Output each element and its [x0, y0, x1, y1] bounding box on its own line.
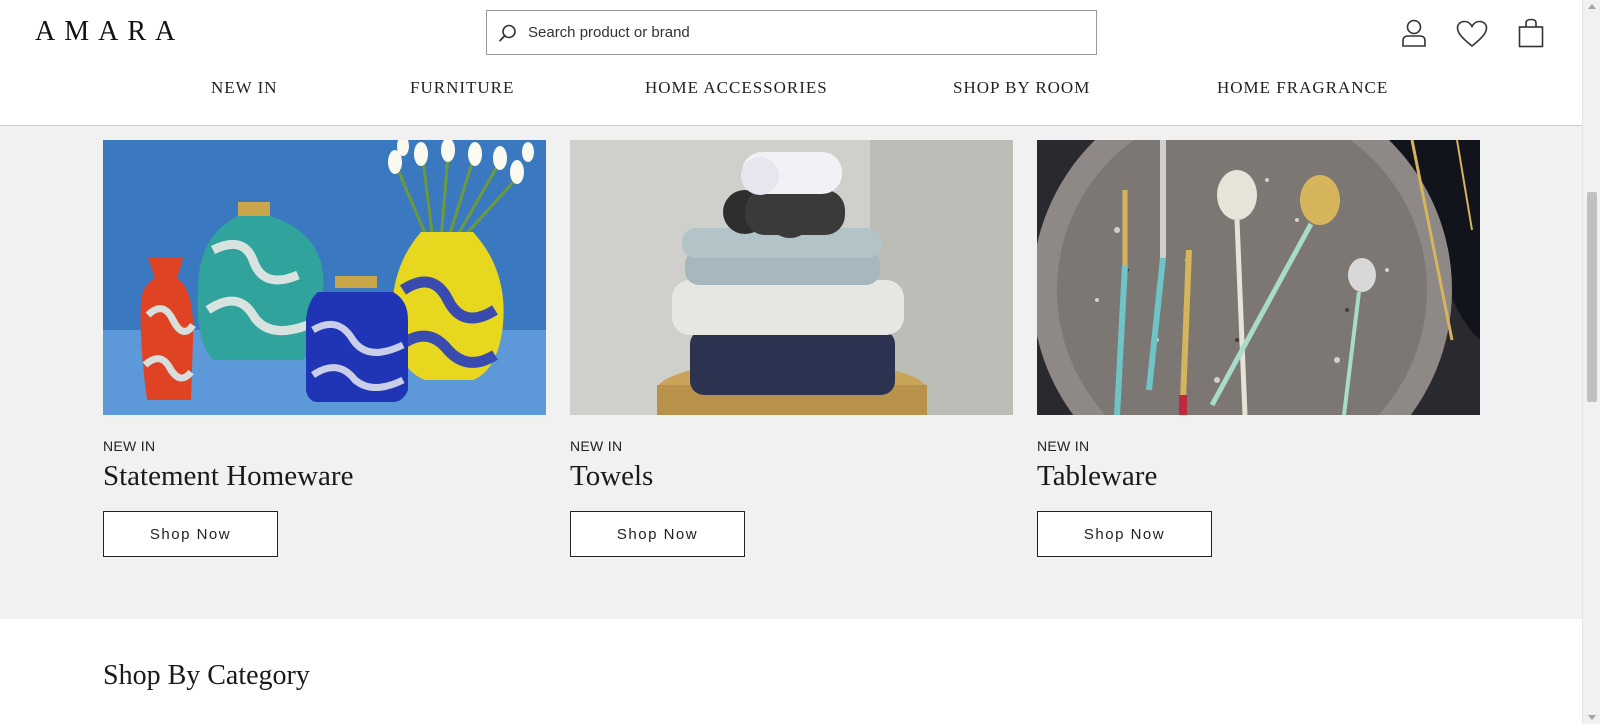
towels-image[interactable] [570, 140, 1013, 415]
wishlist-heart-icon[interactable] [1456, 20, 1488, 48]
section-title: Shop By Category [103, 660, 310, 691]
nav-home-fragrance[interactable]: HOME FRAGRANCE [1217, 78, 1388, 98]
nav-furniture[interactable]: FURNITURE [410, 78, 514, 98]
promo-section: NEW IN Statement Homeware Shop Now NEW I… [0, 126, 1582, 619]
account-icon[interactable] [1401, 19, 1427, 47]
site-header: AMARA NEW IN FURNITURE HOME ACCESSORIES … [0, 0, 1582, 126]
promo-kicker: NEW IN [103, 438, 156, 454]
nav-home-accessories[interactable]: HOME ACCESSORIES [645, 78, 828, 98]
search-bar[interactable] [486, 10, 1097, 55]
scroll-down-arrow-icon[interactable] [1588, 715, 1596, 720]
promo-card-statement-homeware: NEW IN Statement Homeware Shop Now [103, 140, 546, 557]
tableware-image[interactable] [1037, 140, 1480, 415]
shop-now-button[interactable]: Shop Now [570, 511, 745, 557]
promo-card-tableware: NEW IN Tableware Shop Now [1037, 140, 1480, 557]
promo-title[interactable]: Towels [570, 460, 1013, 493]
promo-title[interactable]: Tableware [1037, 460, 1480, 493]
shop-now-button[interactable]: Shop Now [1037, 511, 1212, 557]
vases-image[interactable] [103, 140, 546, 415]
main-navigation: NEW IN FURNITURE HOME ACCESSORIES SHOP B… [0, 78, 1582, 102]
scroll-up-arrow-icon[interactable] [1588, 4, 1596, 9]
promo-card-towels: NEW IN Towels Shop Now [570, 140, 1013, 557]
promo-kicker: NEW IN [570, 438, 623, 454]
search-icon [499, 24, 516, 42]
amara-logo[interactable]: AMARA [35, 16, 184, 48]
shop-by-category-section: Shop By Category [0, 619, 1582, 724]
page-scrollbar[interactable] [1582, 0, 1600, 724]
promo-title[interactable]: Statement Homeware [103, 460, 546, 493]
search-input[interactable] [528, 24, 1068, 41]
shop-now-button[interactable]: Shop Now [103, 511, 278, 557]
promo-kicker: NEW IN [1037, 438, 1090, 454]
shopping-bag-icon[interactable] [1518, 18, 1544, 48]
scrollbar-thumb[interactable] [1587, 192, 1597, 402]
nav-shop-by-room[interactable]: SHOP BY ROOM [953, 78, 1090, 98]
nav-new-in[interactable]: NEW IN [211, 78, 278, 98]
